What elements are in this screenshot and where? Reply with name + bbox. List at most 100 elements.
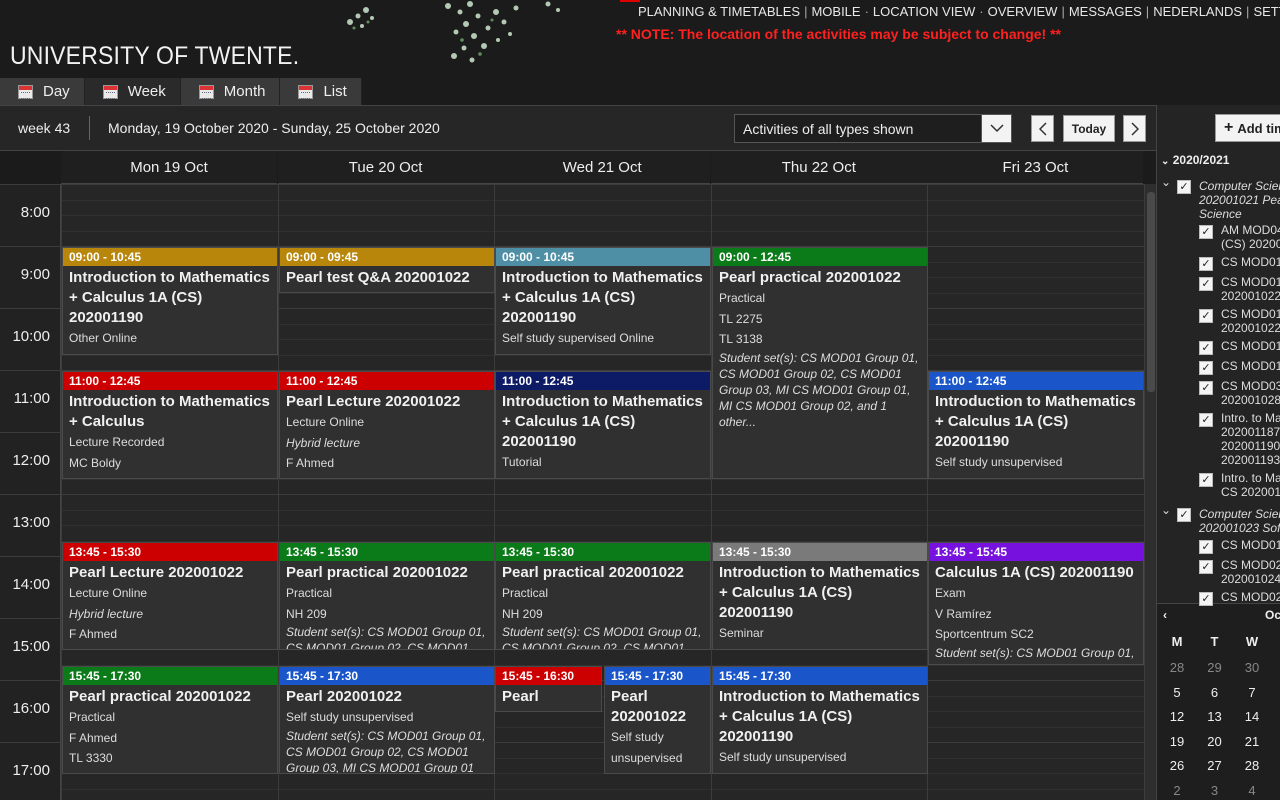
add-timetable-button[interactable]: + Add tim: [1215, 114, 1280, 142]
calendar-event[interactable]: 15:45 - 17:30 Pearl 202001022 Self study u…: [279, 666, 495, 774]
calendar-event[interactable]: 09:00 - 10:45 Introduction to Mathematics…: [495, 247, 711, 355]
mini-calendar-day[interactable]: 28: [1237, 758, 1267, 773]
tab-month[interactable]: Month: [180, 78, 281, 105]
calendar-event[interactable]: 09:00 - 09:45 Pearl test Q&A 202001022: [279, 247, 495, 293]
nav-link[interactable]: NEDERLANDS: [1153, 4, 1242, 19]
quarter-line: [61, 215, 1144, 216]
calendar-event[interactable]: 13:45 - 15:30 Pearl practical 202001022 Pr…: [495, 542, 711, 650]
calendar-event[interactable]: 11:00 - 12:45 Introduction to Mathematics…: [495, 371, 711, 479]
mini-calendar-day[interactable]: 30: [1237, 660, 1267, 675]
nav-link[interactable]: OVERVIEW: [988, 4, 1058, 19]
event-student-sets: Student set(s): CS MOD01 Group 01, CS MO…: [286, 625, 486, 650]
item-label: AM MOD04 (CS) 20200: [1221, 223, 1280, 251]
calendar-event[interactable]: 15:45 - 17:30 Pearl practical 202001022 Pr…: [62, 666, 278, 774]
nav-link[interactable]: MESSAGES: [1069, 4, 1142, 19]
today-button[interactable]: Today: [1063, 115, 1115, 142]
event-detail: Lecture Recorded: [69, 435, 165, 449]
tab-label: Day: [43, 83, 70, 100]
mini-calendar-day[interactable]: 6: [1200, 685, 1230, 700]
item-checkbox[interactable]: ✓: [1199, 540, 1213, 554]
chevron-down-icon[interactable]: [981, 115, 1011, 142]
item-checkbox[interactable]: ✓: [1199, 592, 1213, 606]
event-detail: Lecture Online: [69, 586, 148, 600]
mini-calendar-day[interactable]: 29: [1200, 660, 1230, 675]
quarter-line: [61, 509, 1144, 511]
calendar-event[interactable]: 11:00 - 12:45 Introduction to Mathematics…: [928, 371, 1144, 479]
nav-link[interactable]: SETTIN: [1253, 4, 1280, 19]
day-header: Tue 20 Oct: [277, 151, 494, 184]
mini-calendar-day[interactable]: 28: [1162, 660, 1192, 675]
tab-day[interactable]: Day: [0, 78, 85, 105]
item-label: CS MOD03 202001028: [1221, 379, 1280, 407]
item-checkbox[interactable]: ✓: [1199, 225, 1213, 239]
next-week-button[interactable]: [1123, 115, 1146, 142]
event-time: 09:00 - 09:45: [280, 248, 494, 266]
weekday-label: W: [1245, 634, 1259, 649]
mini-calendar-day[interactable]: 2: [1162, 783, 1192, 798]
nav-link[interactable]: MOBILE: [811, 4, 860, 19]
mini-calendar-day[interactable]: 19: [1162, 734, 1192, 749]
mini-calendar-day[interactable]: 20: [1200, 734, 1230, 749]
activity-type-filter[interactable]: Activities of all types shown: [734, 114, 1012, 143]
item-checkbox[interactable]: ✓: [1199, 473, 1213, 487]
nav-link[interactable]: PLANNING & TIMETABLES: [638, 4, 800, 19]
tab-week[interactable]: Week: [84, 78, 181, 105]
mini-calendar-day[interactable]: 26: [1162, 758, 1192, 773]
item-checkbox[interactable]: ✓: [1199, 381, 1213, 395]
nav-link[interactable]: LOCATION VIEW: [873, 4, 975, 19]
event-detail: Sportcentrum SC2: [935, 627, 1034, 641]
calendar-event[interactable]: 15:45 - 16:30 Pearl Lecture 202001022: [495, 666, 602, 712]
calendar-event[interactable]: 15:45 - 17:30 Pearl 202001022 Self study u…: [604, 666, 711, 774]
calendar-event[interactable]: 13:45 - 15:30 Pearl practical 202001022 Pr…: [279, 542, 495, 650]
location-note: ** NOTE: The location of the activities …: [616, 26, 1061, 42]
calendar-event[interactable]: 13:45 - 15:30 Introduction to Mathematics…: [712, 542, 928, 650]
previous-month-icon[interactable]: ‹: [1163, 608, 1167, 622]
mini-calendar-day[interactable]: 14: [1237, 709, 1267, 724]
event-detail: Practical: [69, 710, 116, 724]
mini-calendar-day[interactable]: 4: [1237, 783, 1267, 798]
mini-calendar-day[interactable]: 3: [1200, 783, 1230, 798]
item-checkbox[interactable]: ✓: [1199, 560, 1213, 574]
calendar-event[interactable]: 15:45 - 17:30 Introduction to Mathematics…: [712, 666, 928, 774]
event-title: Pearl practical 202001022: [69, 688, 251, 705]
event-time: 09:00 - 10:45: [496, 248, 710, 266]
site-header: UNIVERSITY OF TWENTE. PLANNING & TIMETAB…: [0, 0, 1280, 78]
academic-year[interactable]: ⌄ 2020/2021: [1161, 153, 1229, 167]
grid-scrollbar[interactable]: [1144, 184, 1156, 800]
mini-calendar-day[interactable]: 13: [1200, 709, 1230, 724]
item-checkbox[interactable]: ✓: [1199, 309, 1213, 323]
item-checkbox[interactable]: ✓: [1199, 277, 1213, 291]
item-checkbox[interactable]: ✓: [1199, 257, 1213, 271]
calendar-event[interactable]: 09:00 - 10:45 Introduction to Mathematics…: [62, 247, 278, 355]
university-logo[interactable]: UNIVERSITY OF TWENTE.: [10, 42, 299, 71]
quarter-line: [61, 525, 1144, 526]
accent-bar: [620, 0, 640, 2]
item-checkbox[interactable]: ✓: [1199, 413, 1213, 427]
chevron-down-icon[interactable]: ⌄: [1161, 503, 1171, 517]
group-checkbox[interactable]: ✓: [1177, 508, 1191, 522]
calendar-event[interactable]: 11:00 - 12:45 Pearl Lecture 202001022 Lect…: [279, 371, 495, 479]
tab-list[interactable]: List: [280, 78, 362, 105]
previous-week-button[interactable]: [1031, 115, 1054, 142]
event-student-sets: Student set(s): CS MOD01 Group 01, CS MO…: [286, 728, 486, 774]
mini-calendar-day[interactable]: 12: [1162, 709, 1192, 724]
mini-calendar-day[interactable]: 21: [1237, 734, 1267, 749]
scrollbar-thumb[interactable]: [1147, 192, 1155, 392]
calendar-event[interactable]: 13:45 - 15:30 Pearl Lecture 202001022 Lect…: [62, 542, 278, 650]
event-title: Introduction to Mathematics + Calculus 1…: [935, 393, 1136, 450]
mini-calendar-day[interactable]: 27: [1200, 758, 1230, 773]
group-checkbox[interactable]: ✓: [1177, 180, 1191, 194]
day-header: Fri 23 Oct: [927, 151, 1144, 184]
week-number: week 43: [18, 120, 71, 136]
calendar-event[interactable]: 13:45 - 15:45 Calculus 1A (CS) 202001190 E…: [928, 542, 1144, 665]
chevron-down-icon[interactable]: ⌄: [1161, 175, 1171, 189]
event-student-sets: Student set(s): CS MOD01 Group 01, CS MO…: [719, 350, 919, 429]
item-checkbox[interactable]: ✓: [1199, 341, 1213, 355]
nav-separator: ·: [979, 4, 984, 19]
mini-calendar-day[interactable]: 7: [1237, 685, 1267, 700]
calendar-event[interactable]: 11:00 - 12:45 Introduction to Mathematics…: [62, 371, 278, 479]
group-label: Computer Science 202001021 Pearl Science: [1199, 179, 1280, 221]
calendar-event[interactable]: 09:00 - 12:45 Pearl practical 202001022 Pr…: [712, 247, 928, 479]
mini-calendar-day[interactable]: 5: [1162, 685, 1192, 700]
item-checkbox[interactable]: ✓: [1199, 361, 1213, 375]
